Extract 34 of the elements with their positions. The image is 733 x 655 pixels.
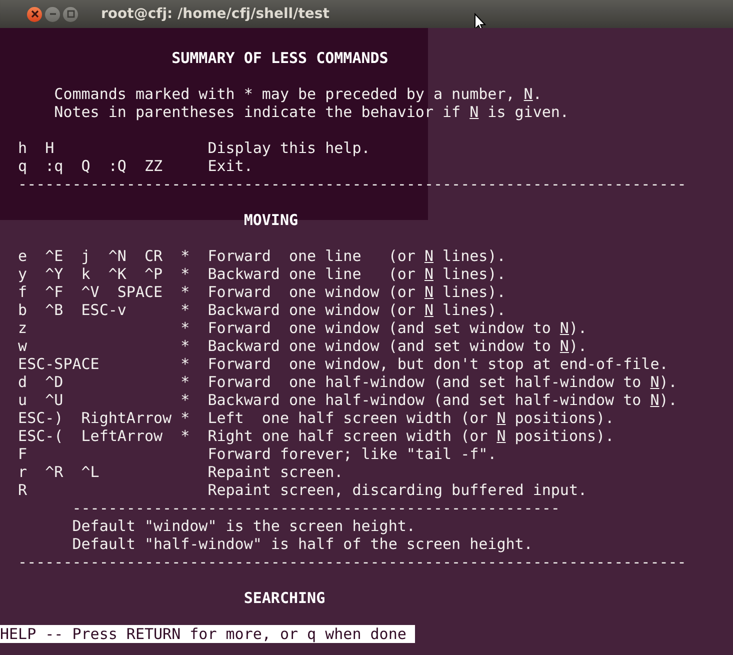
minimize-button[interactable]: [45, 6, 60, 22]
help-line: ESC-SPACE * Forward one window, but don't stop at end-of-file.: [17, 355, 668, 373]
help-line: y ^Y k ^K ^P * Backward one line (or N lines).: [17, 265, 506, 283]
window-title: root@cfj: /home/cfj/shell/test: [101, 6, 330, 22]
help-line: --------------------------------------------------------------------------: [17, 175, 686, 193]
help-line: ESC-) RightArrow * Left one half screen width (or N positions).: [17, 409, 614, 427]
help-line: q :q Q :Q ZZ Exit.: [17, 157, 253, 175]
section-heading: MOVING: [242, 211, 298, 229]
help-line: Commands marked with * may be preceded by a number, N.: [53, 85, 542, 103]
help-line: h H Display this help.: [17, 139, 370, 157]
help-line: Default "half-window" is half of the screen height.: [71, 535, 533, 553]
minimize-icon: [48, 10, 56, 18]
help-line: ESC-( LeftArrow * Right one half screen width (or N positions).: [17, 427, 614, 445]
help-line: u ^U * Backward one half-window (and set half-window to N).: [17, 391, 678, 409]
help-line: ------------------------------------------------------: [71, 499, 560, 517]
help-line: e ^E j ^N CR * Forward one line (or N lines).: [17, 247, 506, 265]
pager-prompt: HELP -- Press RETURN for more, or q when done: [0, 625, 416, 643]
help-line: Default "window" is the screen height.: [71, 517, 416, 535]
help-line: w * Backward one window (and set window to N).: [17, 337, 588, 355]
help-line: Notes in parentheses indicate the behavior if N is given.: [53, 103, 569, 121]
maximize-button[interactable]: [63, 6, 78, 22]
maximize-icon: [66, 10, 74, 18]
section-heading: SEARCHING: [242, 589, 326, 607]
help-line: r ^R ^L Repaint screen.: [17, 463, 344, 481]
help-line: d ^D * Forward one half-window (and set half-window to N).: [17, 373, 678, 391]
help-line: z * Forward one window (and set window to N).: [17, 319, 588, 337]
close-button[interactable]: [27, 6, 42, 22]
close-icon: [30, 10, 38, 18]
help-line: F Forward forever; like "tail -f".: [17, 445, 497, 463]
help-line: f ^F ^V SPACE * Forward one window (or N lines).: [17, 283, 506, 301]
help-line: b ^B ESC-v * Backward one window (or N lines).: [17, 301, 506, 319]
help-line: --------------------------------------------------------------------------: [17, 553, 686, 571]
help-line: R Repaint screen, discarding buffered input.: [17, 481, 587, 499]
section-heading: SUMMARY OF LESS COMMANDS: [170, 49, 388, 67]
